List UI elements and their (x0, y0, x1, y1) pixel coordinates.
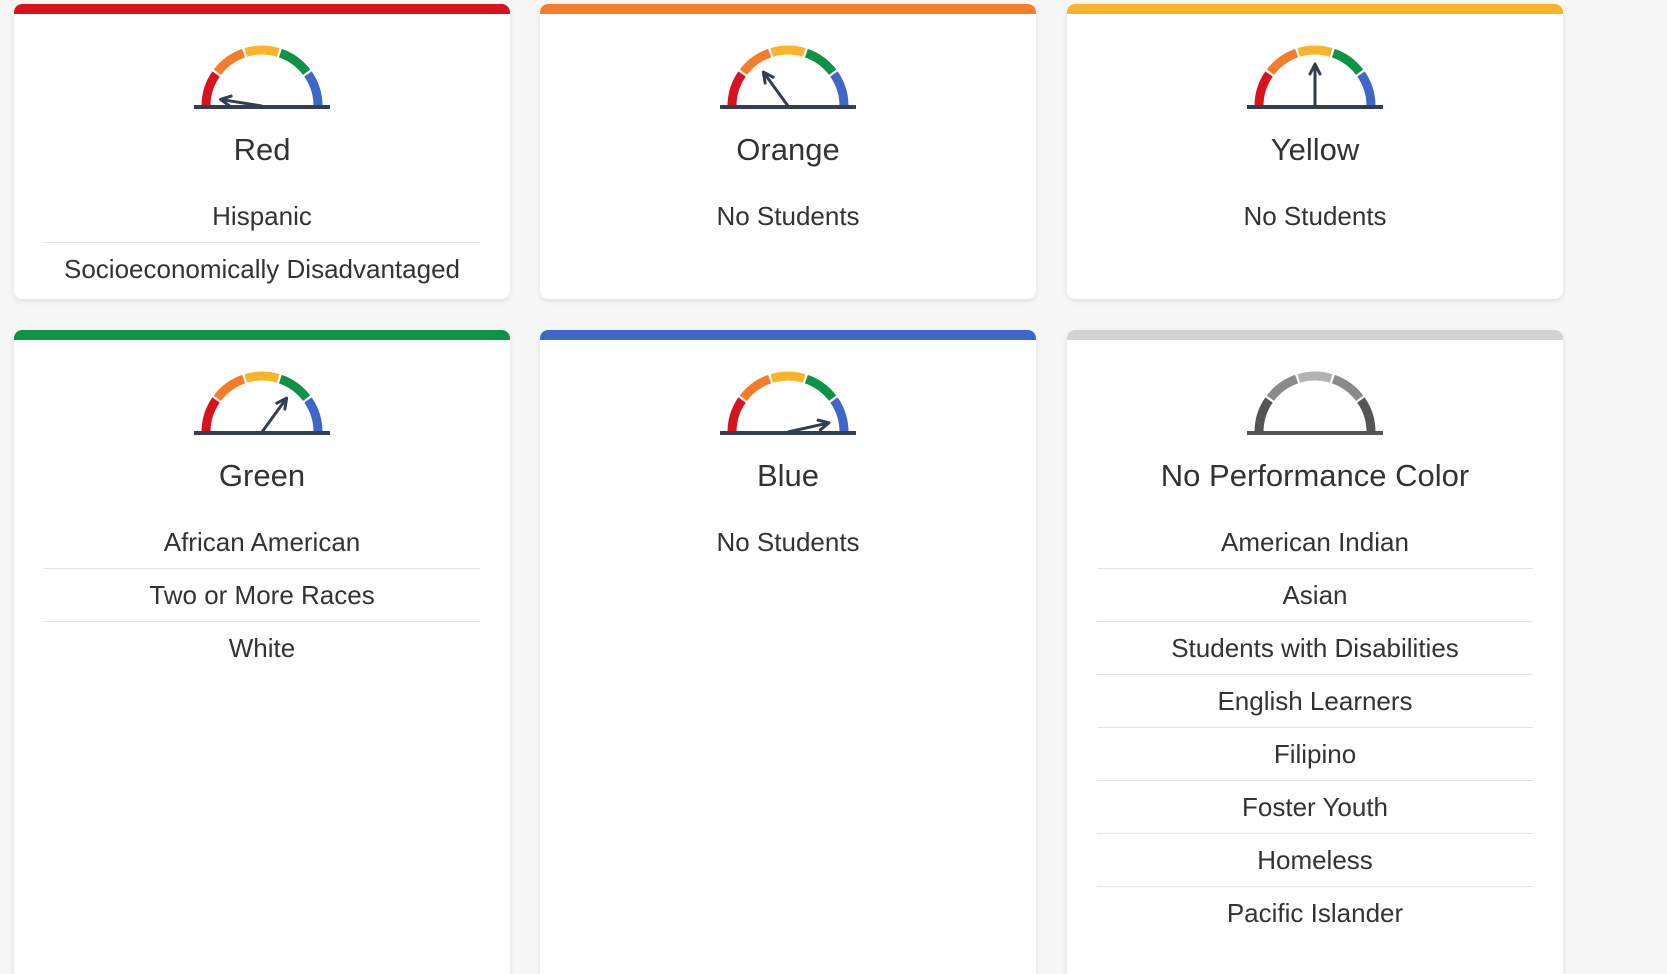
gauge-segment-green (278, 48, 311, 76)
gauge-segment-yellow (770, 371, 806, 383)
performance-color-grid: Red Hispanic Socioeconomically Disadvanta… (0, 0, 1667, 974)
gauge-container (1067, 42, 1563, 118)
color-bar (540, 4, 1036, 14)
gauge-segment-green (804, 48, 837, 76)
card-red: Red Hispanic Socioeconomically Disadvanta… (14, 4, 510, 299)
gauge-segment-orange (739, 48, 772, 76)
gauge-segment-red (201, 71, 220, 107)
gauge-segment-red (727, 71, 746, 107)
gauge-segment-blue (830, 397, 849, 433)
gauge-needle (787, 418, 831, 434)
group-list: African American Two or More Races White (44, 516, 480, 674)
gauge-yellow-icon (1247, 45, 1383, 109)
no-students-text: No Students (716, 201, 860, 231)
student-group-item: Foster Youth (1097, 781, 1533, 834)
gauge-segment-yellow (1297, 45, 1333, 57)
gauge-segment-red (727, 397, 746, 433)
card-blue: Blue No Students (540, 330, 1036, 974)
gauge-container (540, 368, 1036, 444)
student-group-item: Asian (1097, 569, 1533, 622)
gauge-segment-blue (1357, 71, 1376, 107)
gauge-needle (219, 94, 263, 108)
gauge-segment-yellow (244, 371, 280, 383)
student-group-item: Socioeconomically Disadvantaged (63, 254, 460, 284)
card-green: Green African American Two or More Races W… (14, 330, 510, 974)
color-bar (540, 330, 1036, 340)
gauge-segment-orange (739, 374, 772, 402)
card-yellow: Yellow No Students (1067, 4, 1563, 299)
color-bar (1067, 4, 1563, 14)
card-title: Orange (736, 132, 840, 167)
gauge-segment-blue (830, 71, 849, 107)
gauge-segment-yellow (1297, 371, 1333, 383)
gauge-segment-blue (1357, 397, 1376, 433)
student-group-item: American Indian (1097, 516, 1533, 569)
gauge-segment-blue (304, 397, 323, 433)
color-bar (1067, 330, 1563, 340)
gauge-segment-orange (213, 374, 246, 402)
gauge-segment-green (278, 374, 311, 402)
card-title: Blue (756, 458, 820, 493)
student-group-item: Students with Disabilities (1097, 622, 1533, 675)
gauge-segment-red (1254, 397, 1273, 433)
student-group-item: African American (44, 516, 480, 569)
gauge-segment-red (201, 397, 220, 433)
gauge-container (14, 42, 510, 118)
color-bar (14, 4, 510, 14)
student-group-item: Filipino (1097, 728, 1533, 781)
gauge-segment-green (1331, 374, 1364, 402)
gauge-segment-yellow (770, 45, 806, 57)
gauge-segment-green (1331, 48, 1364, 76)
gauge-segment-green (804, 374, 837, 402)
gauge-segment-red (1254, 71, 1273, 107)
student-group-item: Homeless (1097, 834, 1533, 887)
gauge-segment-yellow (244, 45, 280, 57)
student-group-item: Hispanic (44, 190, 480, 243)
gauge-segment-orange (213, 48, 246, 76)
group-list: American Indian Asian Students with Disabi… (1097, 516, 1533, 939)
card-no-performance-color: No Performance Color American Indian Asia… (1067, 330, 1563, 974)
gauge-no-color-icon (1247, 371, 1383, 435)
gauge-red-icon (194, 45, 330, 109)
group-list: Hispanic Socioeconomically Disadvantaged (44, 190, 480, 295)
gauge-segment-orange (1266, 374, 1299, 402)
gauge-segment-blue (304, 71, 323, 107)
color-bar (14, 330, 510, 340)
no-students-text: No Students (1243, 201, 1387, 231)
student-group-item: Pacific Islander (1226, 898, 1404, 928)
card-title: Red (233, 132, 291, 167)
gauge-needle (761, 70, 790, 107)
gauge-orange-icon (720, 45, 856, 109)
gauge-blue-icon (720, 371, 856, 435)
student-group-item: English Learners (1097, 675, 1533, 728)
student-group-item: White (228, 633, 296, 663)
card-title: Green (218, 458, 306, 493)
card-title: No Performance Color (1160, 458, 1470, 493)
gauge-green-icon (194, 371, 330, 435)
student-group-item: Two or More Races (44, 569, 480, 622)
gauge-container (540, 42, 1036, 118)
gauge-needle (260, 396, 289, 433)
card-title: Yellow (1270, 132, 1360, 167)
gauge-needle (1308, 62, 1322, 106)
card-orange: Orange No Students (540, 4, 1036, 299)
gauge-container (1067, 368, 1563, 444)
no-students-text: No Students (716, 527, 860, 557)
gauge-segment-orange (1266, 48, 1299, 76)
gauge-container (14, 368, 510, 444)
